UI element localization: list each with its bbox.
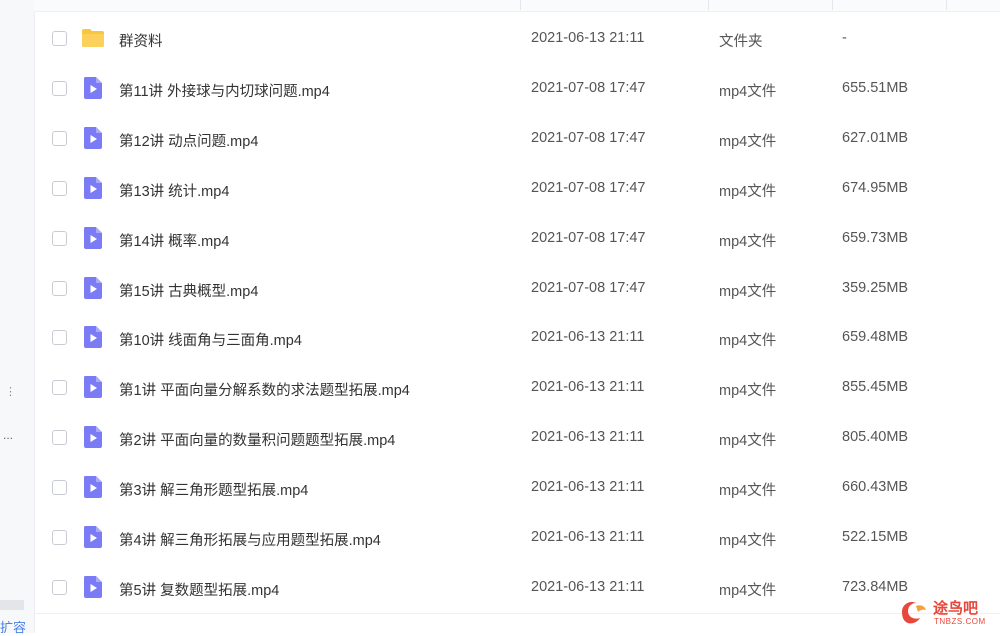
file-date: 2021-07-08 17:47 [531, 79, 646, 96]
file-date: 2021-06-13 21:11 [531, 30, 645, 46]
file-type: mp4文件 [719, 582, 777, 599]
row-checkbox[interactable] [52, 380, 67, 396]
file-size: 359.25MB [842, 279, 909, 296]
watermark-logo: 途鸟吧 TNBZS.COM [898, 596, 998, 630]
row-checkbox[interactable] [52, 280, 67, 296]
file-name[interactable]: 第3讲 解三角形题型拓展.mp4 [119, 479, 308, 500]
file-name[interactable]: 第13讲 统计.mp4 [119, 180, 229, 201]
file-size: 659.73MB [842, 229, 909, 246]
file-date: 2021-06-13 21:11 [531, 479, 645, 496]
file-size: 655.51MB [842, 79, 909, 96]
file-row[interactable]: 第13讲 统计.mp4 2021-07-08 17:47 mp4文件 674.95MB [34, 164, 1000, 214]
file-date: 2021-06-13 21:11 [531, 429, 645, 446]
row-checkbox[interactable] [52, 579, 67, 595]
file-name[interactable]: 第12讲 动点问题.mp4 [119, 130, 258, 151]
sidebar-ellipsis: ... [3, 428, 14, 442]
file-type: 文件夹 [719, 34, 763, 50]
file-size: 627.01MB [842, 129, 909, 146]
file-type: mp4文件 [719, 483, 777, 500]
file-type: mp4文件 [719, 433, 777, 450]
file-row[interactable]: 第11讲 外接球与内切球问题.mp4 2021-07-08 17:47 mp4文件 6… [34, 64, 1000, 114]
column-divider[interactable] [708, 0, 709, 10]
file-name[interactable]: 第4讲 解三角形拓展与应用题型拓展.mp4 [119, 529, 381, 550]
video-file-icon [81, 176, 105, 200]
file-row[interactable]: 第2讲 平面向量的数量积问题题型拓展.mp4 2021-06-13 21:11 mp… [34, 413, 1000, 463]
file-row[interactable]: 第15讲 古典概型.mp4 2021-07-08 17:47 mp4文件 359.25… [34, 264, 1000, 314]
video-file-icon [81, 575, 105, 599]
file-row[interactable]: 群资料 2021-06-13 21:11 文件夹 - [34, 14, 1000, 64]
video-file-icon [81, 475, 105, 499]
file-type: mp4文件 [719, 383, 777, 400]
file-date: 2021-07-08 17:47 [531, 229, 646, 246]
storage-bar [0, 600, 24, 610]
video-file-icon [81, 325, 105, 349]
file-type: mp4文件 [719, 233, 777, 250]
file-type: mp4文件 [719, 183, 777, 200]
more-vertical-icon[interactable]: ⋮ [5, 387, 16, 398]
divider [34, 613, 1000, 614]
file-date: 2021-06-13 21:11 [531, 379, 645, 396]
file-date: 2021-07-08 17:47 [531, 129, 646, 146]
file-name[interactable]: 第14讲 概率.mp4 [119, 230, 229, 251]
column-header [34, 0, 1000, 12]
video-file-icon [81, 375, 105, 399]
file-row[interactable]: 第14讲 概率.mp4 2021-07-08 17:47 mp4文件 659.73MB [34, 214, 1000, 264]
file-type: mp4文件 [719, 83, 777, 100]
video-file-icon [81, 525, 105, 549]
file-name[interactable]: 第5讲 复数题型拓展.mp4 [119, 579, 279, 600]
file-row[interactable]: 第3讲 解三角形题型拓展.mp4 2021-06-13 21:11 mp4文件 660… [34, 463, 1000, 513]
file-date: 2021-06-13 21:11 [531, 529, 645, 545]
file-name[interactable]: 第15讲 古典概型.mp4 [119, 280, 258, 301]
row-checkbox[interactable] [52, 130, 67, 146]
file-name[interactable]: 群资料 [119, 30, 163, 51]
file-name[interactable]: 第2讲 平面向量的数量积问题题型拓展.mp4 [119, 429, 395, 450]
folder-icon [81, 26, 105, 50]
file-row[interactable]: 第1讲 平面向量分解系数的求法题型拓展.mp4 2021-06-13 21:11 m… [34, 363, 1000, 413]
file-size: 660.43MB [842, 479, 909, 496]
file-name[interactable]: 第11讲 外接球与内切球问题.mp4 [119, 80, 330, 101]
file-row[interactable]: 第10讲 线面角与三面角.mp4 2021-06-13 21:11 mp4文件 659… [34, 313, 1000, 363]
row-checkbox[interactable] [52, 31, 67, 46]
file-type: mp4文件 [719, 333, 777, 350]
video-file-icon [81, 76, 105, 100]
video-file-icon [81, 425, 105, 449]
file-row[interactable]: 第5讲 复数题型拓展.mp4 2021-06-13 21:11 mp4文件 723.8… [34, 563, 1000, 613]
file-size: 659.48MB [842, 329, 909, 346]
file-row[interactable]: 第12讲 动点问题.mp4 2021-07-08 17:47 mp4文件 627.01… [34, 114, 1000, 164]
expand-storage-link[interactable]: 扩容 [0, 617, 26, 636]
file-row[interactable]: 第4讲 解三角形拓展与应用题型拓展.mp4 2021-06-13 21:11 mp4… [34, 513, 1000, 563]
row-checkbox[interactable] [52, 480, 67, 496]
row-checkbox[interactable] [52, 230, 67, 246]
file-type: mp4文件 [719, 283, 777, 300]
file-size: 805.40MB [842, 429, 909, 446]
file-size: 522.15MB [842, 529, 909, 545]
file-size: 674.95MB [842, 179, 909, 196]
file-date: 2021-06-13 21:11 [531, 578, 645, 595]
row-checkbox[interactable] [52, 430, 67, 446]
file-type: mp4文件 [719, 133, 777, 150]
file-size: 855.45MB [842, 379, 909, 396]
bird-logo-icon [902, 602, 926, 624]
file-name[interactable]: 第1讲 平面向量分解系数的求法题型拓展.mp4 [119, 379, 410, 400]
column-divider[interactable] [946, 0, 947, 10]
left-sidebar: ⋮ ... 扩容 [0, 0, 35, 636]
column-divider[interactable] [520, 0, 521, 10]
file-name[interactable]: 第10讲 线面角与三面角.mp4 [119, 329, 302, 350]
video-file-icon [81, 276, 105, 300]
row-checkbox[interactable] [52, 80, 67, 96]
file-size: - [842, 30, 847, 46]
video-file-icon [81, 126, 105, 150]
video-file-icon [81, 226, 105, 250]
file-type: mp4文件 [719, 533, 777, 549]
column-divider[interactable] [832, 0, 833, 10]
row-checkbox[interactable] [52, 330, 67, 346]
file-date: 2021-07-08 17:47 [531, 279, 646, 296]
file-size: 723.84MB [842, 578, 909, 595]
row-checkbox[interactable] [52, 530, 67, 545]
file-date: 2021-07-08 17:47 [531, 179, 646, 196]
row-checkbox[interactable] [52, 180, 67, 196]
file-date: 2021-06-13 21:11 [531, 329, 645, 346]
watermark-title: 途鸟吧 [933, 600, 979, 617]
watermark-subtitle: TNBZS.COM [934, 617, 986, 626]
